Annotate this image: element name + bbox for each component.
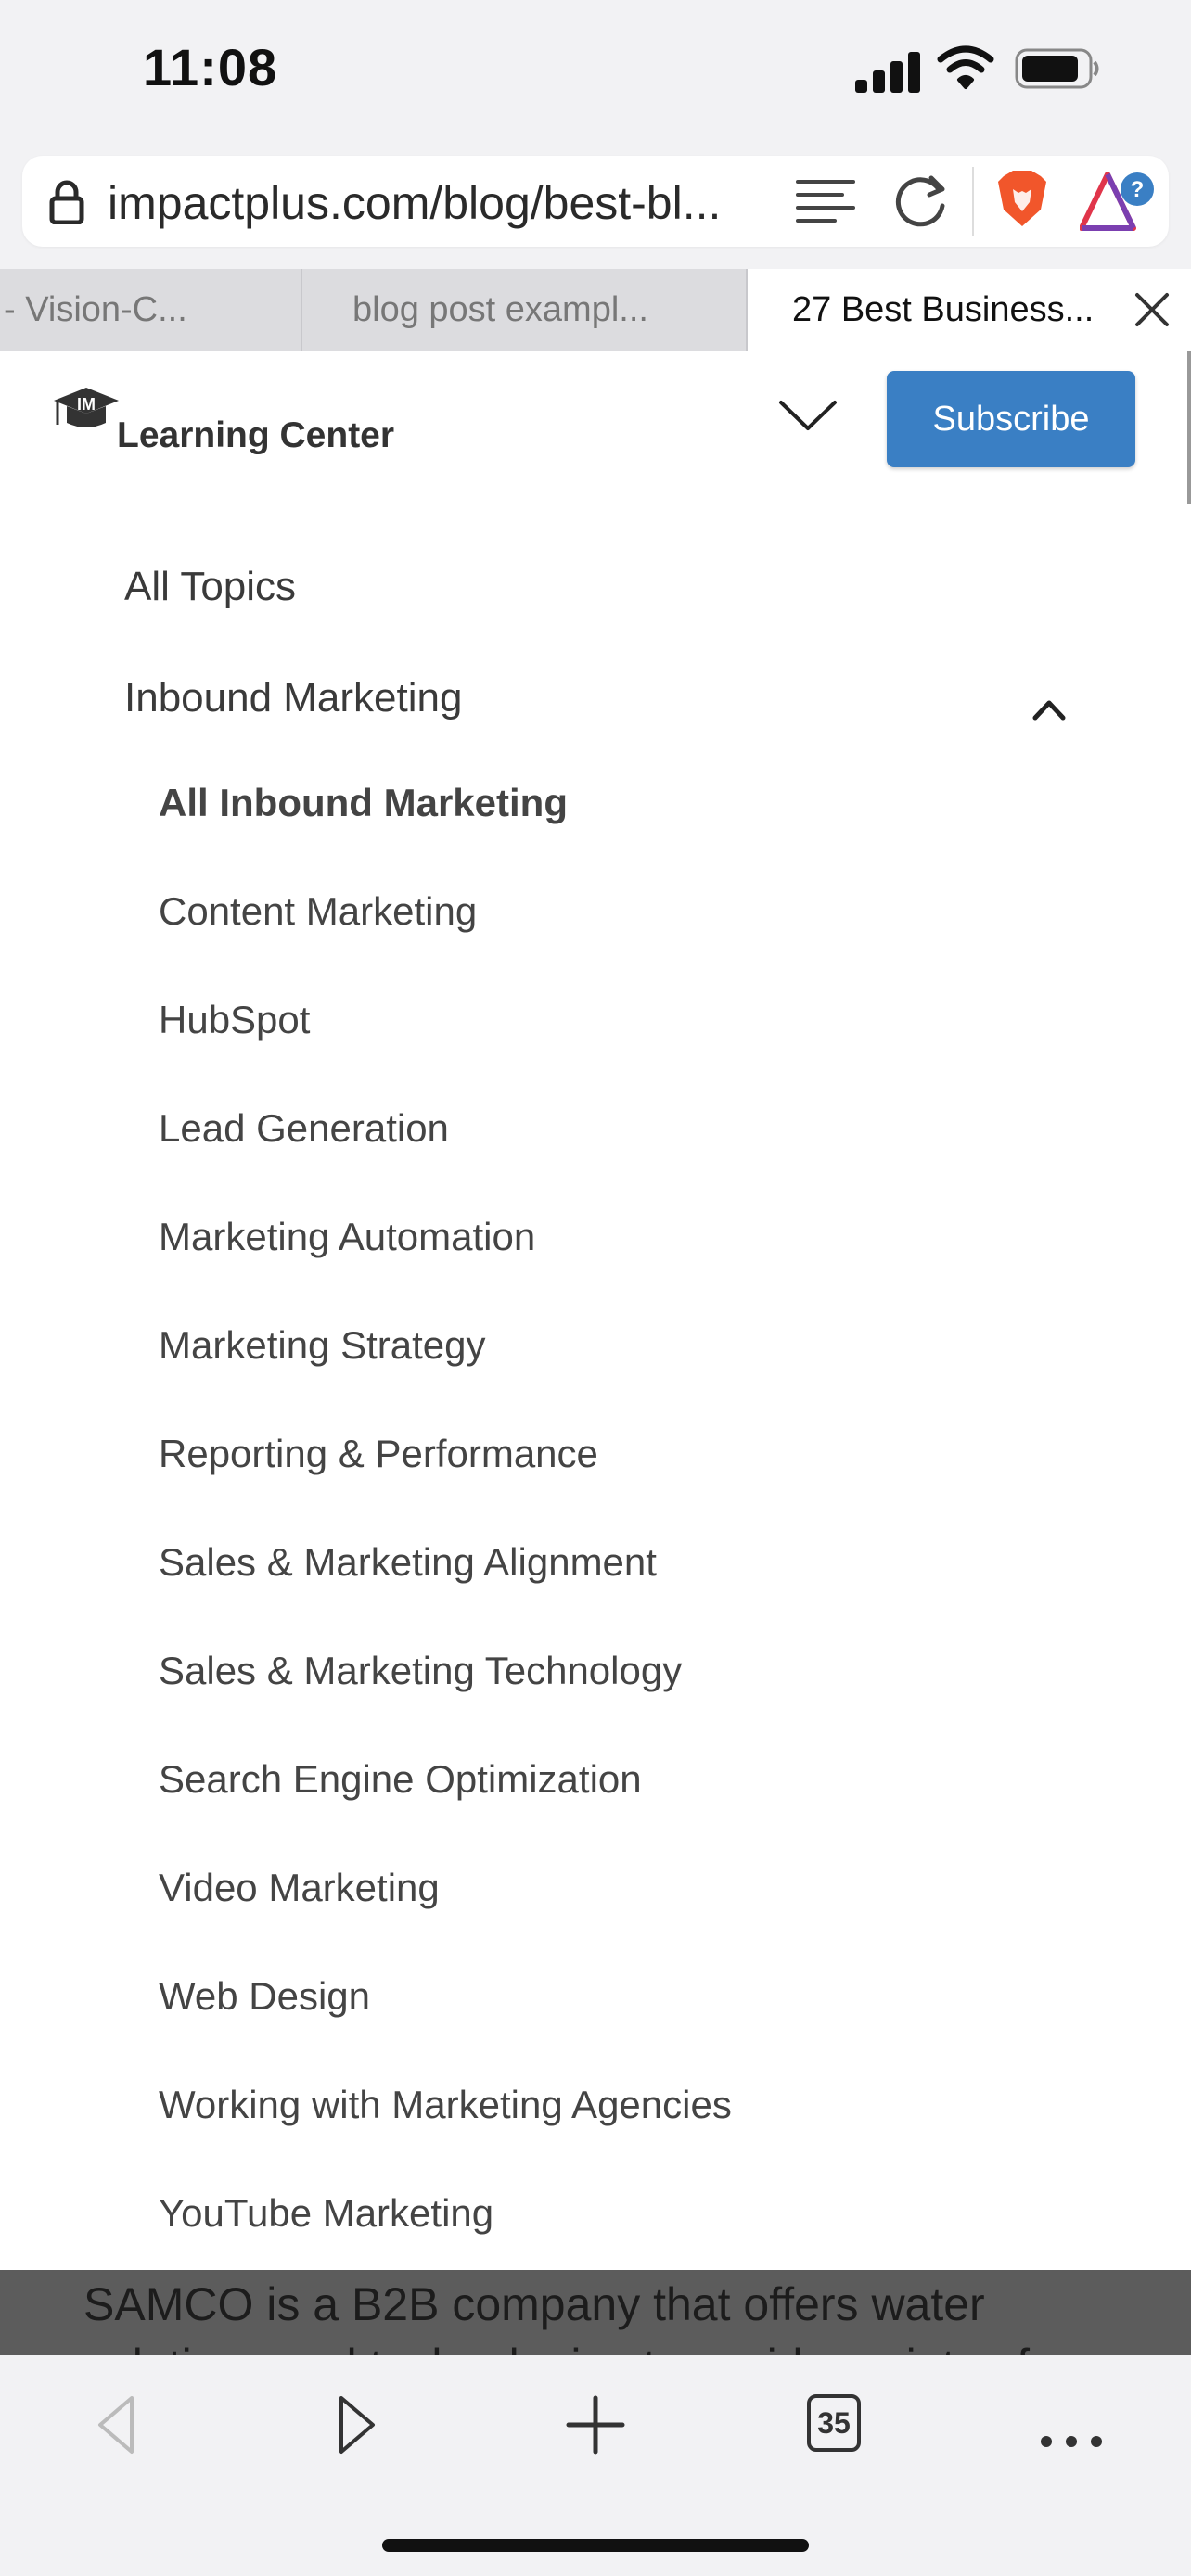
page-scrollbar[interactable] — [1187, 351, 1191, 504]
menu-sub-item[interactable]: Marketing Strategy — [159, 1323, 486, 1368]
tab-label: 27 Best Business... — [792, 290, 1095, 329]
svg-text:?: ? — [1131, 177, 1145, 202]
tab-label: - Vision-C... — [4, 290, 187, 329]
tab-strip: - Vision-C... blog post exampl... 27 Bes… — [0, 269, 1191, 351]
chevron-up-icon[interactable] — [1031, 697, 1067, 721]
menu-inbound-marketing[interactable]: Inbound Marketing — [124, 675, 462, 721]
article-text-line: SAMCO is a B2B company that offers water — [83, 2278, 985, 2330]
cellular-signal-icon — [855, 48, 920, 93]
menu-sub-item[interactable]: Marketing Automation — [159, 1215, 535, 1259]
reload-icon[interactable] — [892, 172, 952, 230]
menu-sub-item[interactable]: HubSpot — [159, 998, 310, 1042]
close-tab-icon[interactable] — [1130, 287, 1174, 332]
menu-sub-item[interactable]: Lead Generation — [159, 1106, 449, 1151]
battery-icon — [1015, 48, 1099, 89]
menu-sub-item[interactable]: Sales & Marketing Technology — [159, 1649, 682, 1693]
chevron-down-icon[interactable] — [777, 397, 839, 434]
learning-center-logo[interactable]: IM Learning Center — [52, 382, 423, 456]
menu-sub-item[interactable]: All Inbound Marketing — [159, 781, 568, 825]
rewards-prism-icon[interactable]: ? — [1080, 169, 1156, 234]
article-text-overlay: SAMCO is a B2B company that offers water… — [0, 2270, 1191, 2355]
menu-sub-item[interactable]: Search Engine Optimization — [159, 1757, 642, 1802]
menu-sub-item[interactable]: Content Marketing — [159, 889, 477, 934]
menu-sub-item[interactable]: Sales & Marketing Alignment — [159, 1540, 657, 1585]
address-bar[interactable]: impactplus.com/blog/best-bl... ? — [22, 156, 1169, 247]
menu-sub-item[interactable]: Video Marketing — [159, 1866, 440, 1910]
article-text-line: solutions and technologies to a wide var… — [83, 2339, 1030, 2355]
menu-sub-item[interactable]: Reporting & Performance — [159, 1432, 598, 1476]
tab-vision[interactable]: - Vision-C... — [0, 269, 304, 351]
menu-sub-item[interactable]: Web Design — [159, 1974, 370, 2019]
new-tab-plus-icon[interactable] — [563, 2392, 628, 2457]
brave-shields-icon[interactable] — [996, 169, 1048, 230]
home-indicator[interactable] — [382, 2539, 809, 2552]
forward-icon[interactable] — [325, 2392, 390, 2457]
subscribe-button[interactable]: Subscribe — [887, 371, 1135, 467]
status-bar: 11:08 — [0, 0, 1191, 139]
back-icon[interactable] — [85, 2392, 150, 2457]
tab-active-best-business[interactable]: 27 Best Business... — [748, 269, 1191, 351]
more-menu-icon[interactable] — [1039, 2409, 1104, 2474]
tab-label: blog post exampl... — [352, 290, 648, 329]
wifi-icon — [937, 45, 994, 89]
status-time: 11:08 — [143, 38, 278, 96]
lock-icon — [49, 180, 84, 224]
menu-sub-item[interactable]: YouTube Marketing — [159, 2191, 493, 2236]
graduation-cap-icon: IM — [54, 388, 119, 427]
address-bar-divider — [972, 167, 974, 236]
menu-sub-item[interactable]: Working with Marketing Agencies — [159, 2083, 732, 2127]
menu-all-topics[interactable]: All Topics — [124, 564, 296, 610]
web-page: IM Learning Center Subscribe All Topics … — [0, 351, 1191, 2355]
logo-mark: IM — [77, 395, 96, 414]
url-text[interactable]: impactplus.com/blog/best-bl... — [108, 176, 721, 230]
tab-blog-post-examples[interactable]: blog post exampl... — [302, 269, 746, 351]
logo-text: Learning Center — [117, 415, 395, 455]
tab-switcher-button[interactable]: 35 — [807, 2394, 861, 2452]
reader-mode-icon[interactable] — [794, 176, 857, 228]
